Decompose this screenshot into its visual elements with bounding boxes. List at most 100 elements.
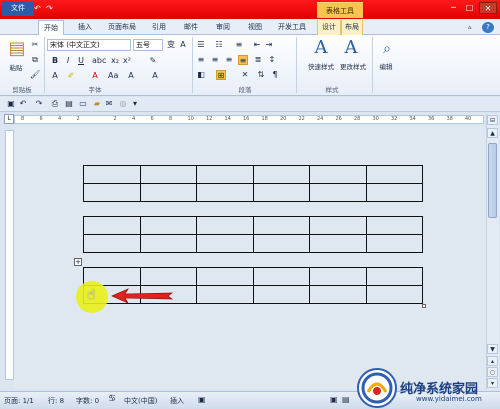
borders-icon[interactable]: ⊞ [216,70,226,80]
clear-format-icon[interactable]: ✎ [148,56,158,66]
shading-icon[interactable]: ◧ [196,70,206,80]
table-cell[interactable] [196,267,254,286]
open-folder-icon[interactable]: ▰ [92,99,102,109]
show-marks-icon[interactable]: ¶ [270,70,280,80]
print-preview-icon[interactable]: ⎙ [50,99,60,109]
table-cell[interactable] [309,285,367,304]
bold-button[interactable]: B [50,56,60,66]
align-center-icon[interactable]: ≡ [210,55,220,65]
redo-icon[interactable]: ↷ [44,3,55,15]
table-resize-handle-icon[interactable] [422,304,426,308]
decrease-indent-icon[interactable]: ⇤ [252,40,262,50]
line-indicator[interactable]: 行: 8 [48,396,64,406]
tab-mailings[interactable]: 邮件 [178,20,204,35]
table-row[interactable] [83,165,423,184]
change-styles-icon[interactable]: A [340,37,362,59]
table-cell[interactable] [309,234,367,253]
table-cell[interactable] [196,165,254,184]
align-right-icon[interactable]: ≡ [224,55,234,65]
tab-developer[interactable]: 开发工具 [274,20,310,35]
font-color-icon[interactable]: A [90,71,100,81]
table-cell[interactable] [83,165,141,184]
vertical-scroll-thumb[interactable] [488,143,497,218]
subscript-icon[interactable]: x₂ [110,56,120,66]
customize-toolbar-icon[interactable]: ▾ [130,99,140,109]
reading-view-icon[interactable]: ▤ [342,395,350,404]
multilevel-list-icon[interactable]: ≡ [234,40,244,50]
paste-icon[interactable]: ▤ [6,38,28,60]
table-cell[interactable] [365,267,423,286]
maximize-button[interactable]: □ [462,2,477,14]
increase-indent-icon[interactable]: ⇥ [264,40,274,50]
new-document-icon[interactable]: ▭ [78,99,88,109]
help-icon[interactable]: ? [482,22,494,33]
macro-record-icon[interactable]: ▣ [198,395,206,404]
table-cell[interactable] [365,183,423,202]
table-cell[interactable] [365,165,423,184]
table-cell[interactable] [309,216,367,235]
tab-layout[interactable]: 布局 [341,20,363,35]
table-cell[interactable] [365,216,423,235]
table-move-handle-icon[interactable]: + [74,258,82,266]
browse-object-icon[interactable]: ○ [487,367,498,377]
phonetic-guide-icon[interactable]: 变 [166,40,176,50]
font-size-combo[interactable]: 五号 [133,39,163,51]
tab-page-layout[interactable]: 页面布局 [104,20,140,35]
insert-mode-indicator[interactable]: 插入 [170,396,184,406]
tab-insert[interactable]: 插入 [72,20,98,35]
table-cell[interactable] [309,267,367,286]
table-row[interactable] [83,183,423,202]
find-icon[interactable]: ⌕ [376,38,398,60]
align-left-icon[interactable]: ≡ [196,55,206,65]
char-border-icon[interactable]: A [150,71,160,81]
change-case-icon[interactable]: Aa [108,71,118,81]
table-2[interactable] [83,216,423,253]
enclose-char-icon[interactable]: A [178,40,188,50]
tab-review[interactable]: 审阅 [210,20,236,35]
sort-icon[interactable]: ⇅ [256,70,266,80]
ruler-toggle-icon[interactable]: ⊟ [487,115,498,125]
editing-label[interactable]: 编辑 [372,61,400,71]
table-cell[interactable] [196,285,254,304]
tab-selector[interactable]: L [4,114,14,124]
bullets-icon[interactable]: ☰ [196,40,206,50]
table-cell[interactable] [252,285,310,304]
table-cell[interactable] [196,183,254,202]
table-cell[interactable] [139,183,197,202]
line-spacing-icon[interactable]: ↕ [267,55,277,65]
strikethrough-icon[interactable]: abc [92,56,106,66]
horizontal-ruler[interactable]: 8 6 4 2 2 4 6 8 10 12 14 16 18 20 22 24 26 28 30 32 34 36 38 40 [14,115,484,124]
page-indicator[interactable]: 页面: 1/1 [4,396,34,406]
change-styles-label[interactable]: 更改样式 [334,61,372,71]
table-cell[interactable] [139,216,197,235]
table-cell[interactable] [365,234,423,253]
table-cell[interactable] [196,216,254,235]
quick-styles-icon[interactable]: A [310,37,332,59]
table-row[interactable] [83,267,423,286]
spell-check-icon[interactable]: ◎ [118,99,128,109]
superscript-icon[interactable]: x² [122,56,132,66]
print-layout-view-icon[interactable]: ▣ [330,395,338,404]
table-cell[interactable] [309,183,367,202]
table-row[interactable] [83,234,423,253]
print-icon[interactable]: ▤ [64,99,74,109]
table-cell[interactable] [252,165,310,184]
table-cell[interactable] [252,267,310,286]
close-button[interactable]: ✕ [479,2,497,14]
minimize-button[interactable]: ─ [446,2,461,14]
word-count[interactable]: 字数: 0 [76,396,99,406]
email-icon[interactable]: ✉ [104,99,114,109]
next-page-icon[interactable]: ▾ [487,378,498,388]
format-painter-icon[interactable]: 🖌 [30,70,40,80]
table-cell[interactable] [252,216,310,235]
table-cell[interactable] [139,267,197,286]
table-cell[interactable] [139,165,197,184]
highlight-icon[interactable]: ✐ [66,71,76,81]
save-icon[interactable]: ▣ [6,99,16,109]
font-name-combo[interactable]: 宋体 (中文正文) [47,39,131,51]
table-row[interactable] [83,216,423,235]
previous-page-icon[interactable]: ▴ [487,356,498,366]
tab-references[interactable]: 引用 [146,20,172,35]
underline-button[interactable]: U [76,56,86,66]
scroll-down-button[interactable]: ▼ [487,344,498,354]
